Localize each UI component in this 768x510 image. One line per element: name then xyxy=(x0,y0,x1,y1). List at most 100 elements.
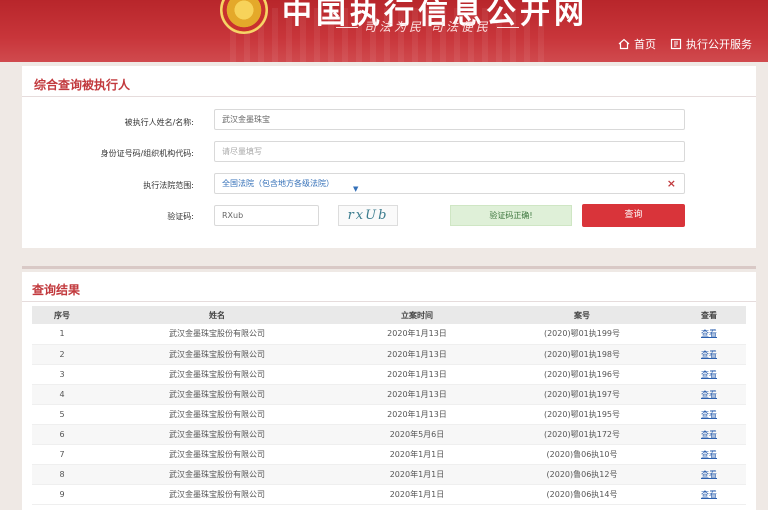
view-link[interactable]: 查看 xyxy=(701,329,717,338)
results-divider xyxy=(22,301,756,302)
table-row: 5 武汉金墨珠宝股份有限公司 2020年1月13日 (2020)鄂01执195号 查看 xyxy=(32,404,746,424)
cell-name: 武汉金墨珠宝股份有限公司 xyxy=(169,469,265,479)
cell-name: 武汉金墨珠宝股份有限公司 xyxy=(169,409,265,419)
cell-view: 查看 xyxy=(672,324,746,344)
cell-name: 武汉金墨珠宝股份有限公司 xyxy=(169,349,265,359)
table-row: 4 武汉金墨珠宝股份有限公司 2020年1月13日 (2020)鄂01执197号 查看 xyxy=(32,384,746,404)
cell-view: 查看 xyxy=(672,404,746,424)
captcha-label: 验证码: xyxy=(167,212,194,221)
search-panel: 综合查询被执行人 被执行人姓名/名称: 武汉金墨珠宝 身份证号码/组织机构代码:… xyxy=(22,66,756,248)
col-number: 序号 xyxy=(54,310,70,320)
cell-case-number: (2020)鄂01执199号 xyxy=(543,329,621,339)
captcha-input[interactable]: RXub xyxy=(214,205,319,226)
cell-view: 查看 xyxy=(672,484,746,504)
home-icon xyxy=(618,38,630,50)
view-link[interactable]: 查看 xyxy=(701,370,717,379)
cell-view: 查看 xyxy=(672,444,746,464)
view-link[interactable]: 查看 xyxy=(701,410,717,419)
cell-number: 2 xyxy=(59,349,65,359)
cell-case-number: (2020)鄂01执195号 xyxy=(543,409,621,419)
cell-filing-date: 2020年1月13日 xyxy=(387,329,447,339)
table-row: 8 武汉金墨珠宝股份有限公司 2020年1月1日 (2020)鲁06执12号 查看 xyxy=(32,464,746,484)
table-row: 9 武汉金墨珠宝股份有限公司 2020年1月1日 (2020)鲁06执14号 查看 xyxy=(32,484,746,504)
cell-filing-date: 2020年1月1日 xyxy=(389,469,445,479)
nav-service-label: 执行公开服务 xyxy=(686,38,752,51)
view-link[interactable]: 查看 xyxy=(701,450,717,459)
cell-number: 3 xyxy=(59,369,65,379)
cell-filing-date: 2020年5月6日 xyxy=(389,429,445,439)
cell-view: 查看 xyxy=(672,424,746,444)
table-row: 7 武汉金墨珠宝股份有限公司 2020年1月1日 (2020)鲁06执10号 查看 xyxy=(32,444,746,464)
service-icon xyxy=(670,38,682,50)
col-filing-date: 立案时间 xyxy=(401,310,433,320)
captcha-status: 验证码正确! xyxy=(450,205,572,226)
view-link[interactable]: 查看 xyxy=(701,350,717,359)
cell-number: 7 xyxy=(59,449,65,459)
cell-view: 查看 xyxy=(672,344,746,364)
cell-view: 查看 xyxy=(672,384,746,404)
panel-divider xyxy=(22,96,756,97)
court-select-value: 全国法院（包含地方各级法院） xyxy=(222,179,334,188)
results-title: 查询结果 xyxy=(32,283,81,297)
id-input[interactable]: 请尽量填写 xyxy=(214,141,685,162)
cell-case-number: (2020)鄂01执196号 xyxy=(543,369,621,379)
cell-number: 9 xyxy=(59,489,65,499)
col-name: 姓名 xyxy=(209,310,225,320)
cell-name: 武汉金墨珠宝股份有限公司 xyxy=(169,489,265,499)
cell-number: 1 xyxy=(59,329,65,339)
view-link[interactable]: 查看 xyxy=(701,470,717,479)
cell-case-number: (2020)鄂01执172号 xyxy=(543,429,621,439)
table-row: 3 武汉金墨珠宝股份有限公司 2020年1月13日 (2020)鄂01执196号 查看 xyxy=(32,364,746,384)
name-label: 被执行人姓名/名称: xyxy=(124,118,194,127)
cell-filing-date: 2020年1月13日 xyxy=(387,369,447,379)
site-header: 中国执行信息公开网 司法为民 司法便民 首页 执行公开服务 xyxy=(0,0,768,62)
cell-filing-date: 2020年1月13日 xyxy=(387,409,447,419)
court-label: 执行法院范围: xyxy=(143,181,194,190)
cell-name: 武汉金墨珠宝股份有限公司 xyxy=(169,329,265,339)
nav-home-label: 首页 xyxy=(634,38,656,51)
table-row: 1 武汉金墨珠宝股份有限公司 2020年1月13日 (2020)鄂01执199号 查看 xyxy=(32,324,746,344)
clear-icon[interactable]: × xyxy=(667,174,676,193)
cell-name: 武汉金墨珠宝股份有限公司 xyxy=(169,369,265,379)
query-button[interactable]: 查询 xyxy=(582,204,685,227)
cell-case-number: (2020)鲁06执14号 xyxy=(546,489,618,499)
results-table: 序号 姓名 立案时间 案号 查看 1 武汉金墨珠宝股份有限公司 2020年1月13日… xyxy=(32,306,746,505)
id-label: 身份证号码/组织机构代码: xyxy=(100,149,194,158)
cell-filing-date: 2020年1月13日 xyxy=(387,349,447,359)
cell-view: 查看 xyxy=(672,464,746,484)
search-panel-title: 综合查询被执行人 xyxy=(34,78,131,92)
site-slogan: 司法为民 司法便民 xyxy=(330,18,525,35)
view-link[interactable]: 查看 xyxy=(701,430,717,439)
cell-case-number: (2020)鲁06执10号 xyxy=(546,449,618,459)
view-link[interactable]: 查看 xyxy=(701,490,717,499)
cell-name: 武汉金墨珠宝股份有限公司 xyxy=(169,389,265,399)
cell-filing-date: 2020年1月13日 xyxy=(387,389,447,399)
cell-view: 查看 xyxy=(672,364,746,384)
nav-service[interactable]: 执行公开服务 xyxy=(670,36,752,52)
cell-number: 4 xyxy=(59,389,65,399)
caret-down-icon: ▼ xyxy=(353,185,359,193)
cell-name: 武汉金墨珠宝股份有限公司 xyxy=(169,449,265,459)
table-header-row: 序号 姓名 立案时间 案号 查看 xyxy=(32,306,746,324)
table-row: 2 武汉金墨珠宝股份有限公司 2020年1月13日 (2020)鄂01执198号 查看 xyxy=(32,344,746,364)
cell-number: 6 xyxy=(59,429,65,439)
cell-case-number: (2020)鄂01执197号 xyxy=(543,389,621,399)
cell-case-number: (2020)鲁06执12号 xyxy=(546,469,618,479)
cell-filing-date: 2020年1月1日 xyxy=(389,449,445,459)
captcha-image[interactable]: rxUb xyxy=(338,205,398,226)
cell-name: 武汉金墨珠宝股份有限公司 xyxy=(169,429,265,439)
court-select[interactable]: 全国法院（包含地方各级法院） ▼ × xyxy=(214,173,685,194)
section-divider xyxy=(22,266,756,269)
results-panel: 查询结果 序号 姓名 立案时间 案号 查看 1 武汉金墨珠宝股份有限公司 2020年… xyxy=(22,272,756,510)
col-case-number: 案号 xyxy=(574,310,590,320)
cell-filing-date: 2020年1月1日 xyxy=(389,489,445,499)
top-nav: 首页 执行公开服务 xyxy=(618,36,752,52)
nav-home[interactable]: 首页 xyxy=(618,36,656,52)
col-view: 查看 xyxy=(701,310,717,320)
table-row: 6 武汉金墨珠宝股份有限公司 2020年5月6日 (2020)鄂01执172号 查看 xyxy=(32,424,746,444)
cell-number: 5 xyxy=(59,409,65,419)
view-link[interactable]: 查看 xyxy=(701,390,717,399)
cell-number: 8 xyxy=(59,469,65,479)
cell-case-number: (2020)鄂01执198号 xyxy=(543,349,621,359)
name-input[interactable]: 武汉金墨珠宝 xyxy=(214,109,685,130)
